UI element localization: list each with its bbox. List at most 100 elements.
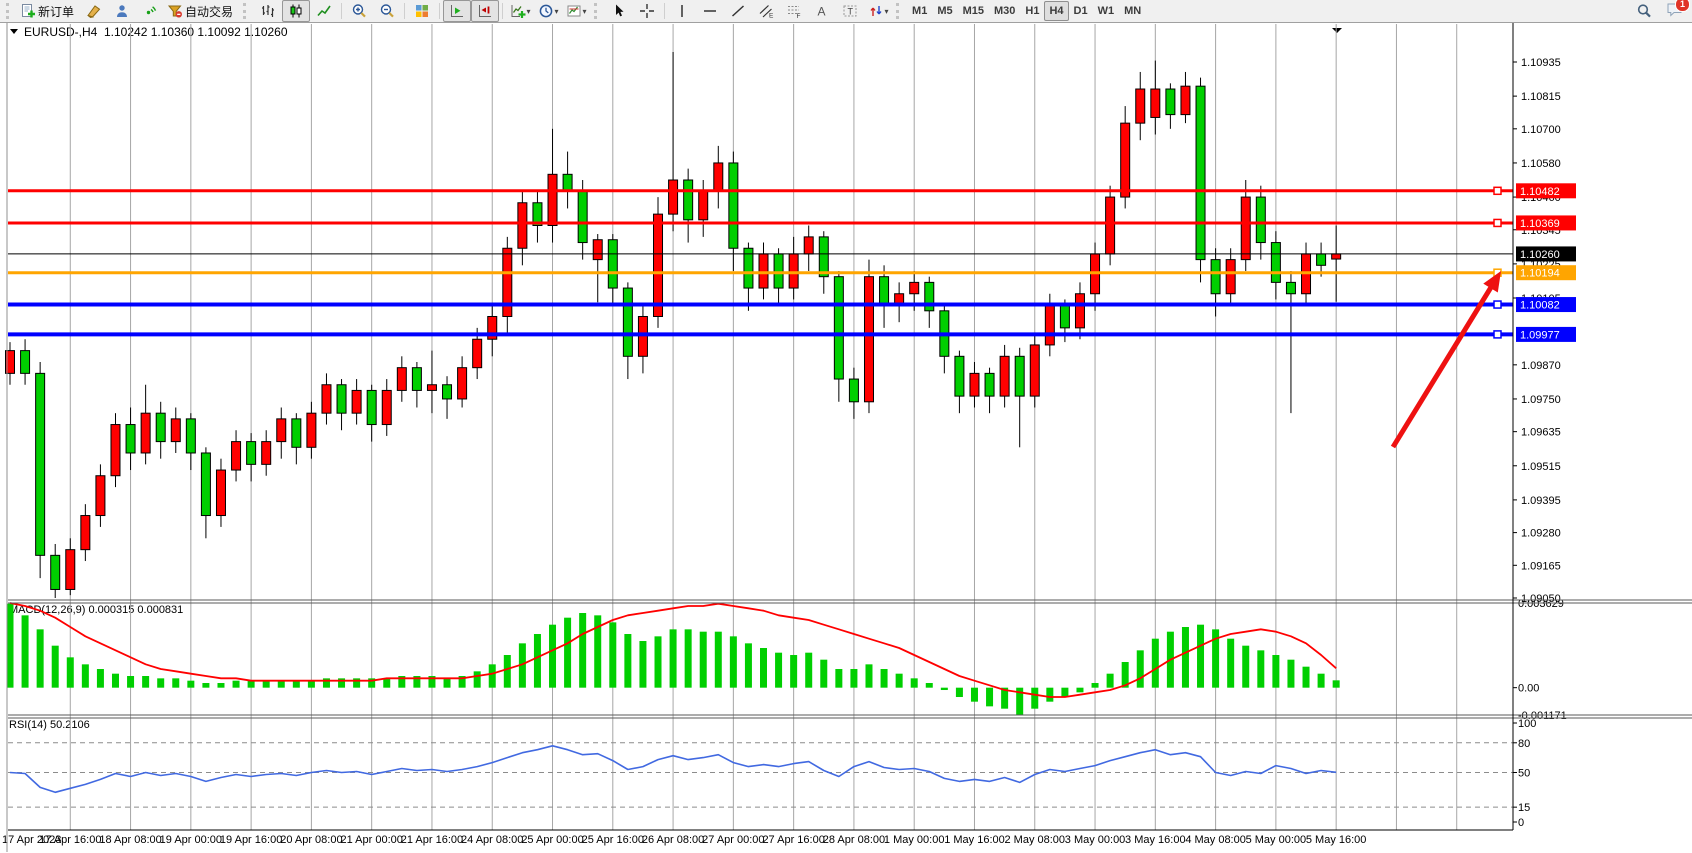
candle-body <box>759 254 768 288</box>
autotrading-button[interactable]: 自动交易 <box>164 0 239 22</box>
zoom-out-button[interactable] <box>373 0 401 22</box>
macd-histogram-bar <box>187 681 194 688</box>
line-chart-button[interactable] <box>310 0 338 22</box>
timeframe-m1-button[interactable]: M1 <box>907 1 932 21</box>
line-handle[interactable] <box>1494 331 1501 338</box>
macd-histogram-bar <box>1197 625 1204 688</box>
macd-histogram-bar <box>67 657 74 687</box>
candle-body <box>1166 89 1175 115</box>
time-axis-label: 24 Apr 08:00 <box>461 834 523 846</box>
macd-histogram-bar <box>217 683 224 688</box>
candle-body <box>216 470 225 515</box>
candle-body <box>1121 123 1130 197</box>
search-button[interactable] <box>1630 0 1658 22</box>
timeframe-m15-button[interactable]: M15 <box>958 1 989 21</box>
fibonacci-icon: F <box>786 3 802 19</box>
toolbar-right: 1 <box>1630 0 1690 22</box>
periods-caret-icon: ▾ <box>555 7 559 16</box>
macd-histogram-bar <box>730 636 737 687</box>
time-axis-label: 28 Apr 08:00 <box>823 834 885 846</box>
price-label-text: 1.10260 <box>1520 249 1560 261</box>
macd-histogram-bar <box>670 629 677 687</box>
chart-canvas[interactable]: EURUSD-,H4 1.10242 1.10360 1.10092 1.102… <box>0 23 1692 853</box>
tile-windows-button[interactable] <box>408 0 436 22</box>
toolbar-separator <box>664 3 665 19</box>
chart-shift-button[interactable] <box>471 0 499 22</box>
community-button[interactable] <box>108 0 136 22</box>
timeframe-group: M1M5M15M30H1H4D1W1MN <box>907 1 1146 21</box>
macd-histogram-bar <box>233 681 240 688</box>
price-label-text: 1.10482 <box>1520 186 1560 198</box>
macd-histogram-bar <box>715 632 722 688</box>
zoom-in-button[interactable] <box>345 0 373 22</box>
line-handle[interactable] <box>1494 219 1501 226</box>
crosshair-button[interactable] <box>633 0 661 22</box>
candle-body <box>1271 243 1280 283</box>
bar-chart-button[interactable] <box>254 0 282 22</box>
chart-window: EURUSD-,H4 1.10242 1.10360 1.10092 1.102… <box>0 23 1692 853</box>
timeframe-h4-button[interactable]: H4 <box>1044 1 1068 21</box>
time-axis-label: 20 Apr 08:00 <box>280 834 342 846</box>
signals-button[interactable] <box>136 0 164 22</box>
cursor-button[interactable] <box>605 0 633 22</box>
line-handle[interactable] <box>1494 187 1501 194</box>
text-label-button[interactable]: T <box>836 0 864 22</box>
candle-body <box>880 277 889 305</box>
macd-histogram-bar <box>1303 667 1310 688</box>
new-order-button[interactable]: 新订单 <box>17 0 80 22</box>
candle-body <box>443 385 452 399</box>
fibonacci-button[interactable]: F <box>780 0 808 22</box>
macd-histogram-bar <box>323 678 330 687</box>
candle-body <box>699 191 708 219</box>
candle-body <box>1181 86 1190 114</box>
notifications-button[interactable]: 1 <box>1666 1 1684 22</box>
candle-body <box>66 550 75 590</box>
macd-histogram-bar <box>865 664 872 687</box>
macd-histogram-bar <box>1182 627 1189 688</box>
macd-histogram-bar <box>383 678 390 687</box>
candle-body <box>654 214 663 316</box>
text-button[interactable]: A <box>808 0 836 22</box>
timeframe-h1-button[interactable]: H1 <box>1020 1 1044 21</box>
macd-histogram-bar <box>986 688 993 707</box>
toolbar-separator <box>502 3 503 19</box>
candle-body <box>36 373 45 555</box>
metaeditor-button[interactable] <box>80 0 108 22</box>
horizontal-line-button[interactable] <box>696 0 724 22</box>
candlestick-chart-button[interactable] <box>282 0 310 22</box>
timeframe-mn-button[interactable]: MN <box>1119 1 1146 21</box>
timeframe-m5-button[interactable]: M5 <box>932 1 957 21</box>
auto-scroll-button[interactable] <box>443 0 471 22</box>
candle-body <box>849 379 858 402</box>
macd-histogram-bar <box>609 622 616 687</box>
candle-body <box>111 425 120 476</box>
line-handle[interactable] <box>1494 301 1501 308</box>
candle-body <box>458 368 467 399</box>
macd-histogram-bar <box>805 653 812 688</box>
candle-body <box>1226 260 1235 294</box>
vertical-line-button[interactable] <box>668 0 696 22</box>
timeframe-m30-button[interactable]: M30 <box>989 1 1020 21</box>
timeframe-d1-button[interactable]: D1 <box>1069 1 1093 21</box>
macd-histogram-bar <box>624 634 631 688</box>
candle-body <box>1151 89 1160 117</box>
indicators-icon <box>510 3 526 19</box>
trendline-button[interactable] <box>724 0 752 22</box>
templates-button[interactable]: ▾ <box>562 0 590 22</box>
rsi-tick-label: 80 <box>1518 738 1530 750</box>
indicators-button[interactable]: ▾ <box>506 0 534 22</box>
time-axis-label: 19 Apr 00:00 <box>160 834 222 846</box>
equidistant-channel-button[interactable]: E <box>752 0 780 22</box>
indicators-caret-icon: ▾ <box>527 7 531 16</box>
arrows-button[interactable]: ▾ <box>864 0 892 22</box>
periods-button[interactable]: ▾ <box>534 0 562 22</box>
macd-histogram-bar <box>1107 674 1114 688</box>
price-tick-label: 1.09750 <box>1521 394 1561 406</box>
time-axis-label: 21 Apr 16:00 <box>401 834 463 846</box>
notification-badge: 1 <box>1675 0 1690 12</box>
candle-body <box>1286 282 1295 293</box>
candle-body <box>1075 294 1084 328</box>
timeframe-w1-button[interactable]: W1 <box>1093 1 1120 21</box>
candle-body <box>804 237 813 254</box>
toolbar-separator <box>439 3 440 19</box>
